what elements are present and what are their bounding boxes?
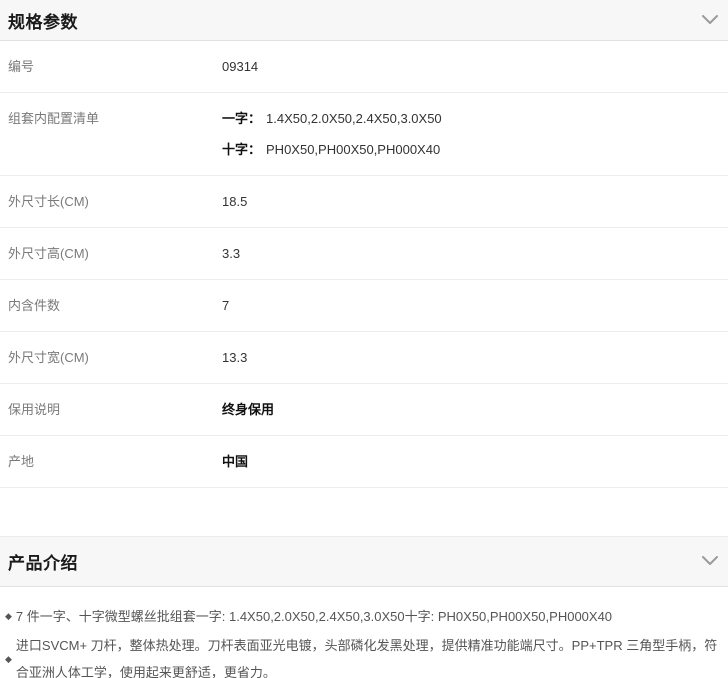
spec-row: 保用说明终身保用 [0,384,728,436]
spec-value-text: 18.5 [222,194,247,209]
intro-item-text: 7 件一字、十字微型螺丝批组套一字: 1.4X50,2.0X50,2.4X50,… [16,603,612,630]
intro-item: ◆进口SVCM+ 刀杆，整体热处理。刀杆表面亚光电镀，头部磷化发黑处理，提供精准… [5,632,720,678]
spec-value-line: 18.5 [222,194,247,209]
spec-label: 外尺寸宽(CM) [8,350,222,365]
spec-value-text: 中国 [222,454,248,469]
spec-value-line: 09314 [222,59,258,74]
spec-section-header[interactable]: 规格参数 [0,0,728,41]
intro-body: ◆7 件一字、十字微型螺丝批组套一字: 1.4X50,2.0X50,2.4X50… [0,587,728,678]
spec-value: 中国 [222,454,248,469]
spec-row: 外尺寸高(CM)3.3 [0,228,728,280]
spec-row: 组套内配置清单一字： 1.4X50,2.0X50,2.4X50,3.0X50 十字：… [0,93,728,176]
spec-row: 内含件数7 [0,280,728,332]
spec-value: 13.3 [222,350,247,365]
spec-value: 7 [222,298,229,313]
spec-value-line: 7 [222,298,229,313]
spec-row: 编号09314 [0,41,728,93]
intro-item-text: 进口SVCM+ 刀杆，整体热处理。刀杆表面亚光电镀，头部磷化发黑处理，提供精准功… [16,632,720,678]
intro-collapse-button[interactable] [702,554,718,569]
intro-item: ◆7 件一字、十字微型螺丝批组套一字: 1.4X50,2.0X50,2.4X50… [5,603,720,630]
spec-value-line: 13.3 [222,350,247,365]
spec-value-text: 7 [222,298,229,313]
spec-label: 组套内配置清单 [8,111,222,126]
spec-value: 09314 [222,59,258,74]
spec-label: 保用说明 [8,402,222,417]
intro-section-header[interactable]: 产品介绍 [0,536,728,587]
spec-row: 产地中国 [0,436,728,488]
diamond-bullet-icon: ◆ [5,646,12,673]
spec-table-spacer [0,488,728,536]
spec-table: 编号09314 组套内配置清单一字： 1.4X50,2.0X50,2.4X50,3.… [0,41,728,488]
spec-value-prefix: 一字： [222,111,261,126]
spec-value-line: 一字： 1.4X50,2.0X50,2.4X50,3.0X50 [222,111,442,126]
spec-value-text: 09314 [222,59,258,74]
spec-label: 内含件数 [8,298,222,313]
spec-row: 外尺寸长(CM)18.5 [0,176,728,228]
spec-value-text: PH0X50,PH00X50,PH000X40 [266,142,440,157]
spec-value-prefix: 十字： [222,142,261,157]
product-detail-page: 规格参数 编号09314 组套内配置清单一字： 1.4X50,2.0X50,2.4X… [0,0,728,678]
spec-value: 18.5 [222,194,247,209]
spec-label: 编号 [8,59,222,74]
spec-section-title: 规格参数 [8,8,78,33]
spec-value: 终身保用 [222,402,274,417]
spec-row: 外尺寸宽(CM)13.3 [0,332,728,384]
spec-value-line: 3.3 [222,246,240,261]
spec-value: 一字： 1.4X50,2.0X50,2.4X50,3.0X50 十字： PH0X50,… [222,111,442,157]
spec-value-line: 中国 [222,454,248,469]
intro-section-title: 产品介绍 [8,549,78,574]
diamond-bullet-icon: ◆ [5,603,12,630]
spec-value-line: 十字： PH0X50,PH00X50,PH000X40 [222,142,442,157]
spec-value: 3.3 [222,246,240,261]
spec-value-text: 终身保用 [222,402,274,417]
spec-label: 外尺寸高(CM) [8,246,222,261]
chevron-down-icon [702,554,718,569]
spec-value-text: 13.3 [222,350,247,365]
spec-value-line: 终身保用 [222,402,274,417]
spec-collapse-button[interactable] [702,13,718,28]
spec-label: 外尺寸长(CM) [8,194,222,209]
spec-label: 产地 [8,454,222,469]
chevron-down-icon [702,13,718,28]
spec-value-text: 3.3 [222,246,240,261]
spec-value-text: 1.4X50,2.0X50,2.4X50,3.0X50 [266,111,442,126]
